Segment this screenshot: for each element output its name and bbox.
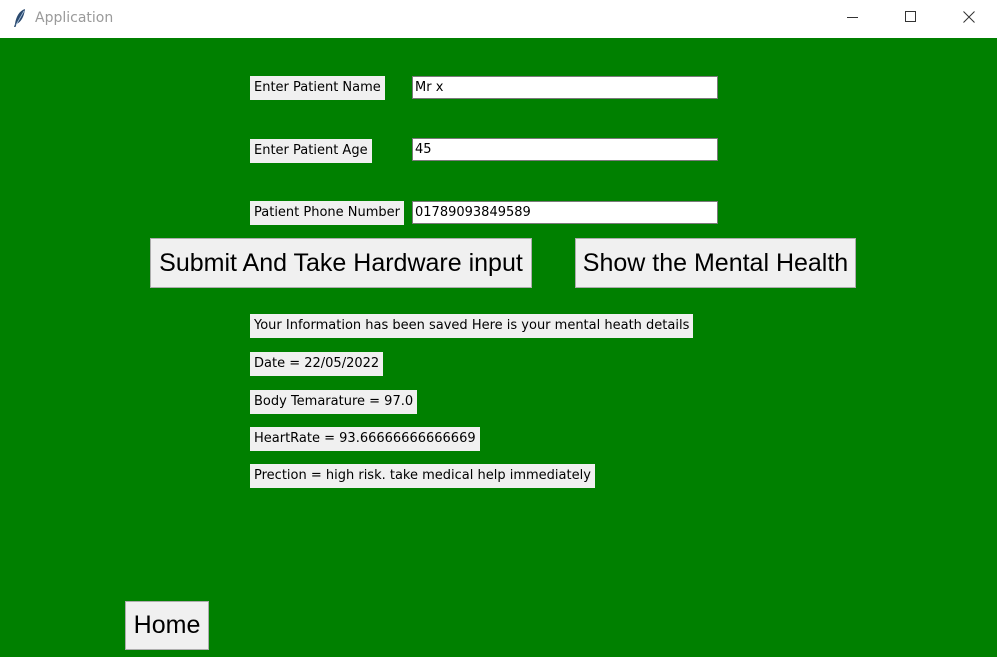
heart-rate-readout: HeartRate = 93.66666666666669 — [250, 427, 480, 451]
minimize-icon — [847, 10, 859, 28]
prediction-readout: Prection = high risk. take medical help … — [250, 464, 595, 488]
application-window: Application Enter Patient Name Enter Pat… — [0, 0, 997, 657]
date-readout: Date = 22/05/2022 — [250, 352, 384, 376]
show-mental-health-button[interactable]: Show the Mental Health — [575, 238, 856, 288]
patient-phone-label: Patient Phone Number — [250, 201, 405, 225]
patient-age-label: Enter Patient Age — [250, 139, 372, 163]
home-button[interactable]: Home — [125, 601, 209, 650]
maximize-button[interactable] — [888, 0, 934, 38]
patient-age-input[interactable] — [412, 138, 718, 161]
patient-name-input[interactable] — [412, 76, 718, 99]
main-content: Enter Patient Name Enter Patient Age Pat… — [0, 38, 997, 657]
maximize-icon — [905, 10, 917, 28]
saved-message: Your Information has been saved Here is … — [250, 314, 694, 338]
patient-phone-input[interactable] — [412, 201, 718, 224]
close-button[interactable] — [946, 0, 992, 38]
submit-hardware-button[interactable]: Submit And Take Hardware input — [150, 238, 532, 288]
minimize-button[interactable] — [830, 0, 876, 38]
title-bar[interactable]: Application — [0, 0, 997, 38]
body-temperature-readout: Body Temarature = 97.0 — [250, 390, 418, 414]
feather-icon — [12, 8, 28, 28]
window-title: Application — [35, 10, 114, 26]
patient-name-label: Enter Patient Name — [250, 76, 385, 100]
close-icon — [963, 10, 975, 28]
